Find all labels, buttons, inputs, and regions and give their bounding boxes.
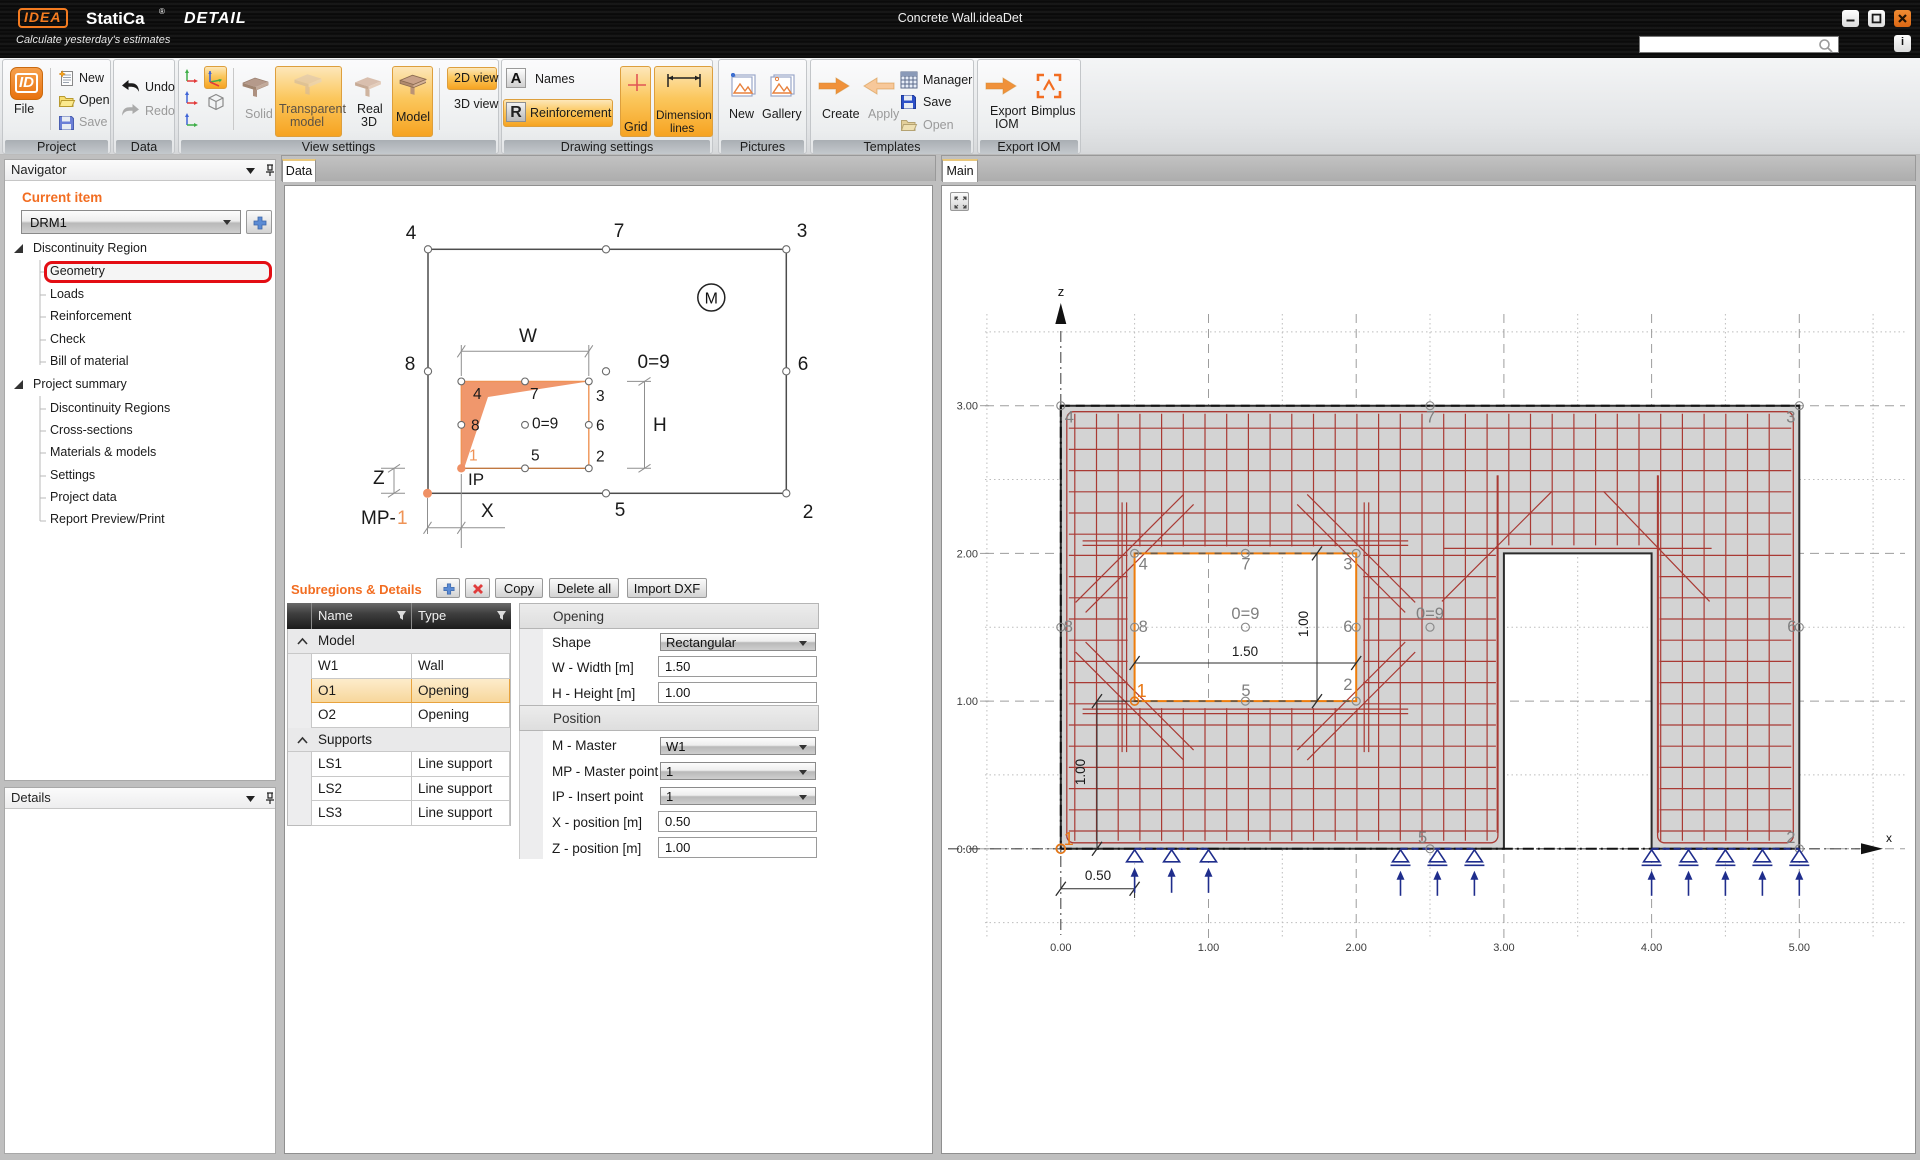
svg-text:1.00: 1.00 xyxy=(1073,759,1088,785)
svg-text:6: 6 xyxy=(1787,618,1796,636)
svg-text:2: 2 xyxy=(596,449,605,466)
svg-text:5: 5 xyxy=(1418,829,1427,847)
svg-text:2.00: 2.00 xyxy=(1345,942,1366,954)
svg-text:4: 4 xyxy=(1139,555,1148,573)
svg-text:0=9: 0=9 xyxy=(1231,605,1259,623)
svg-text:8: 8 xyxy=(405,354,416,375)
svg-text:1: 1 xyxy=(1137,681,1147,701)
svg-text:1.50: 1.50 xyxy=(1232,644,1258,659)
svg-text:H: H xyxy=(653,415,667,436)
svg-text:IP: IP xyxy=(468,470,484,489)
svg-text:7: 7 xyxy=(530,386,539,403)
svg-text:0.00: 0.00 xyxy=(957,844,978,856)
svg-text:4.00: 4.00 xyxy=(1641,942,1662,954)
svg-text:7: 7 xyxy=(614,221,625,242)
svg-text:6: 6 xyxy=(798,354,809,375)
svg-text:0=9: 0=9 xyxy=(532,416,558,433)
svg-text:Z: Z xyxy=(373,468,385,489)
svg-text:0=9: 0=9 xyxy=(1416,605,1444,623)
svg-text:5: 5 xyxy=(1241,682,1250,700)
svg-text:5: 5 xyxy=(615,500,626,521)
svg-text:1: 1 xyxy=(469,448,478,465)
svg-text:4: 4 xyxy=(1065,409,1074,427)
svg-text:1.00: 1.00 xyxy=(957,696,978,708)
svg-text:W: W xyxy=(519,326,537,347)
svg-text:1.00: 1.00 xyxy=(1198,942,1219,954)
svg-text:8: 8 xyxy=(1139,618,1148,636)
svg-text:4: 4 xyxy=(406,223,417,244)
svg-text:3: 3 xyxy=(596,388,605,405)
svg-text:0.50: 0.50 xyxy=(1085,868,1111,883)
svg-text:2: 2 xyxy=(803,502,814,523)
svg-text:6: 6 xyxy=(1343,618,1352,636)
svg-text:5.00: 5.00 xyxy=(1789,942,1810,954)
svg-text:3.00: 3.00 xyxy=(1493,942,1514,954)
svg-text:X: X xyxy=(481,501,494,522)
svg-text:3: 3 xyxy=(797,221,808,242)
svg-text:0=9: 0=9 xyxy=(638,352,670,373)
svg-text:3: 3 xyxy=(1343,555,1352,573)
svg-text:8: 8 xyxy=(1064,618,1073,636)
svg-text:x: x xyxy=(1886,831,1892,845)
svg-text:2.00: 2.00 xyxy=(957,548,978,560)
svg-text:7: 7 xyxy=(1241,555,1250,573)
svg-text:MP-: MP- xyxy=(361,508,396,529)
svg-text:6: 6 xyxy=(596,417,605,434)
svg-text:z: z xyxy=(1058,284,1065,299)
svg-text:5: 5 xyxy=(531,448,540,465)
svg-text:0.00: 0.00 xyxy=(1050,942,1071,954)
svg-text:2: 2 xyxy=(1343,676,1352,694)
svg-text:4: 4 xyxy=(473,386,482,403)
svg-text:1: 1 xyxy=(397,508,408,529)
svg-text:1: 1 xyxy=(1064,829,1074,849)
svg-text:3: 3 xyxy=(1786,409,1795,427)
svg-text:7: 7 xyxy=(1426,409,1435,427)
svg-text:1.00: 1.00 xyxy=(1296,611,1311,637)
svg-text:M: M xyxy=(705,291,718,308)
svg-text:8: 8 xyxy=(471,417,480,434)
svg-text:2: 2 xyxy=(1786,829,1795,847)
svg-text:3.00: 3.00 xyxy=(957,401,978,413)
